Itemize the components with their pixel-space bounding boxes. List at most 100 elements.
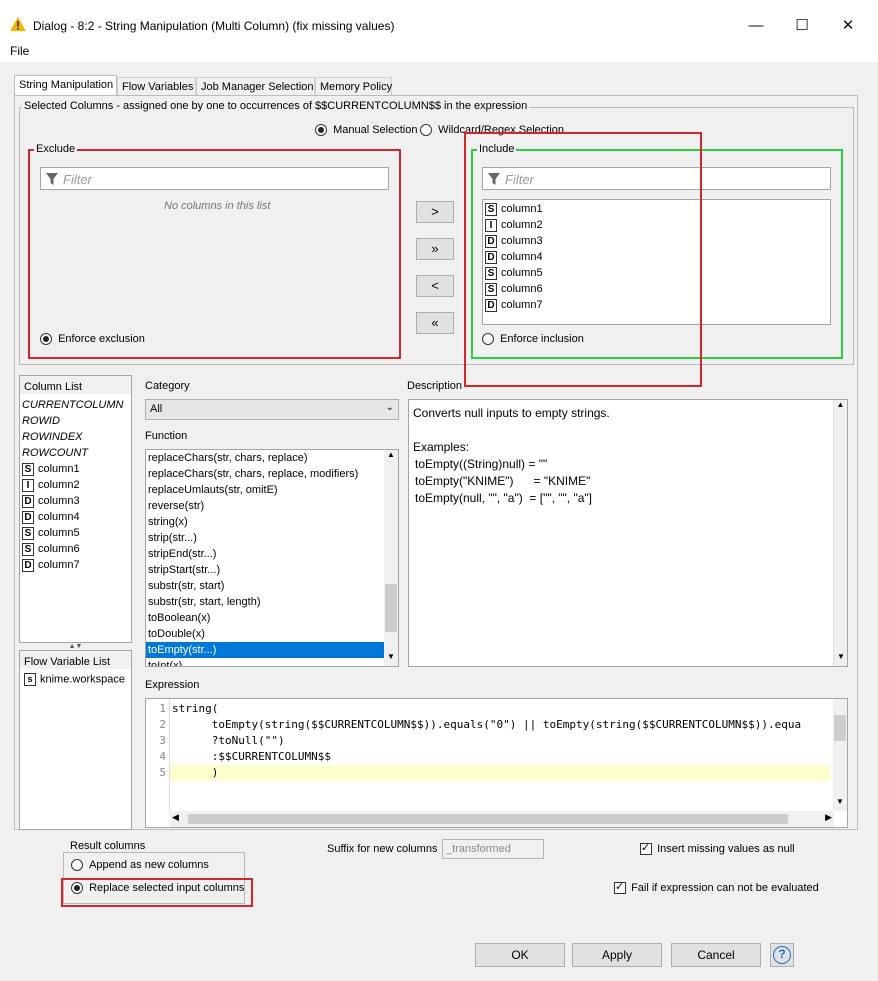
- insert-missing-option[interactable]: Insert missing values as null: [640, 841, 795, 856]
- function-item[interactable]: string(x): [146, 514, 398, 530]
- column-list-item-name: column2: [38, 479, 80, 491]
- expression-line[interactable]: toEmpty(string($$CURRENTCOLUMN$$)).equal…: [172, 717, 801, 733]
- fail-expression-checkbox[interactable]: [614, 880, 626, 895]
- expression-line[interactable]: string(: [172, 701, 801, 717]
- exclude-legend: Exclude: [34, 143, 78, 155]
- scroll-down-icon[interactable]: ▼: [384, 652, 398, 666]
- function-item[interactable]: toInt(x): [146, 658, 398, 666]
- column-list-item-name: column6: [38, 543, 80, 555]
- function-item[interactable]: reverse(str): [146, 498, 398, 514]
- tab-memory-policy[interactable]: Memory Policy: [315, 77, 392, 96]
- function-item[interactable]: strip(str...): [146, 530, 398, 546]
- function-item[interactable]: replaceChars(str, chars, replace, modifi…: [146, 466, 398, 482]
- expression-code[interactable]: string( toEmpty(string($$CURRENTCOLUMN$$…: [172, 701, 801, 781]
- wildcard-selection-radio[interactable]: [420, 124, 432, 137]
- add-button[interactable]: >: [416, 201, 454, 223]
- expression-label: Expression: [145, 679, 200, 691]
- function-item[interactable]: replaceUmlauts(str, omitE): [146, 482, 398, 498]
- expression-hscroll-thumb[interactable]: [188, 814, 788, 824]
- column-list-item-row[interactable]: Scolumn6: [22, 541, 130, 557]
- expression-line[interactable]: ?toNull(""): [172, 733, 801, 749]
- function-scroll-thumb[interactable]: [385, 584, 397, 632]
- help-button[interactable]: ?: [770, 943, 794, 967]
- flow-variable-item[interactable]: s knime.workspace: [24, 673, 125, 686]
- column-list-item-row[interactable]: Scolumn5: [22, 525, 130, 541]
- expression-hscrollbar[interactable]: ◀ ▶: [170, 811, 834, 827]
- ok-button[interactable]: OK: [475, 943, 565, 967]
- tab-string-manipulation[interactable]: String Manipulation: [14, 75, 117, 97]
- tab-flow-variables[interactable]: Flow Variables: [117, 77, 196, 96]
- function-item[interactable]: toDouble(x): [146, 626, 398, 642]
- expression-vscrollbar[interactable]: ▼: [833, 699, 847, 811]
- type-i-icon: I: [22, 478, 34, 492]
- scroll-right-icon[interactable]: ▶: [825, 812, 832, 823]
- fail-expression-option[interactable]: Fail if expression can not be evaluated: [614, 880, 819, 895]
- description-label: Description: [407, 380, 463, 392]
- manual-selection-option[interactable]: Manual Selection: [315, 124, 418, 137]
- close-button[interactable]: ✕: [825, 12, 871, 40]
- function-item[interactable]: stripEnd(str...): [146, 546, 398, 562]
- function-item[interactable]: replaceChars(str, chars, replace): [146, 450, 398, 466]
- scroll-up-icon[interactable]: ▲: [834, 400, 847, 414]
- apply-button[interactable]: Apply: [572, 943, 662, 967]
- cancel-button[interactable]: Cancel: [671, 943, 761, 967]
- special-column-item[interactable]: CURRENTCOLUMN: [22, 397, 130, 413]
- column-list-item-row[interactable]: Dcolumn7: [22, 557, 130, 573]
- enforce-exclusion-radio[interactable]: [40, 333, 52, 346]
- exclude-filter-placeholder: Filter: [63, 172, 92, 187]
- function-item[interactable]: toEmpty(str...): [146, 642, 398, 658]
- manual-selection-label: Manual Selection: [333, 124, 418, 136]
- add-all-button[interactable]: »: [416, 238, 454, 260]
- scroll-down-icon[interactable]: ▼: [834, 652, 848, 666]
- remove-button[interactable]: <: [416, 275, 454, 297]
- warning-icon: [10, 17, 26, 31]
- exclude-filter-input[interactable]: Filter: [40, 167, 389, 190]
- expression-editor[interactable]: 1 2 3 4 5 string( toEmpty(string($$CURRENTCO…: [145, 698, 848, 828]
- filter-icon: [46, 173, 58, 185]
- suffix-input[interactable]: _transformed: [442, 839, 544, 859]
- column-list-item-row[interactable]: Dcolumn4: [22, 509, 130, 525]
- scroll-down-icon[interactable]: ▼: [833, 797, 847, 811]
- column-list-item-row[interactable]: Dcolumn3: [22, 493, 130, 509]
- expression-vscroll-thumb[interactable]: [834, 715, 846, 741]
- replace-highlight-annotation: [61, 878, 253, 907]
- maximize-button[interactable]: ☐: [779, 12, 825, 40]
- category-value: All: [150, 403, 163, 415]
- splitter-handle[interactable]: ▲▼: [19, 643, 132, 650]
- insert-missing-checkbox[interactable]: [640, 841, 652, 856]
- function-item[interactable]: substr(str, start): [146, 578, 398, 594]
- function-item[interactable]: stripStart(str...): [146, 562, 398, 578]
- flow-variable-name: knime.workspace: [40, 673, 125, 686]
- special-column-item[interactable]: ROWINDEX: [22, 429, 130, 445]
- special-column-item[interactable]: ROWID: [22, 413, 130, 429]
- scroll-left-icon[interactable]: ◀: [172, 812, 179, 823]
- type-s-icon: S: [22, 526, 34, 540]
- special-column-item[interactable]: ROWCOUNT: [22, 445, 130, 461]
- description-scrollbar[interactable]: ▲ ▼: [833, 400, 847, 666]
- manual-selection-radio[interactable]: [315, 124, 327, 137]
- description-panel: Converts null inputs to empty strings. Ex…: [408, 399, 848, 667]
- column-list-header: Column List: [20, 376, 131, 394]
- column-list[interactable]: CURRENTCOLUMN ROWID ROWINDEX ROWCOUNT Scolum…: [22, 397, 130, 573]
- column-list-item-row[interactable]: Scolumn1: [22, 461, 130, 477]
- help-icon: ?: [773, 946, 791, 964]
- expression-line[interactable]: ): [172, 765, 801, 781]
- tab-job-manager-selection[interactable]: Job Manager Selection: [196, 77, 315, 96]
- column-list-item-row[interactable]: Icolumn2: [22, 477, 130, 493]
- function-item[interactable]: substr(str, start, length): [146, 594, 398, 610]
- function-scrollbar[interactable]: ▲ ▼: [384, 450, 398, 666]
- append-columns-radio[interactable]: [71, 859, 83, 872]
- function-item[interactable]: toBoolean(x): [146, 610, 398, 626]
- result-columns-legend: Result columns: [68, 840, 148, 852]
- enforce-exclusion-option[interactable]: Enforce exclusion: [40, 333, 145, 346]
- remove-all-button[interactable]: «: [416, 312, 454, 334]
- line-number: 1: [159, 702, 166, 715]
- function-list[interactable]: replaceChars(str, chars, replace) replace…: [145, 449, 399, 667]
- function-items: replaceChars(str, chars, replace) replace…: [146, 450, 398, 666]
- minimize-button[interactable]: —: [733, 12, 779, 40]
- scroll-up-icon[interactable]: ▲: [384, 450, 398, 464]
- append-columns-option[interactable]: Append as new columns: [71, 859, 209, 872]
- menu-file[interactable]: File: [10, 44, 29, 58]
- expression-line[interactable]: :$$CURRENTCOLUMN$$: [172, 749, 801, 765]
- category-select[interactable]: All ⌄: [145, 399, 399, 420]
